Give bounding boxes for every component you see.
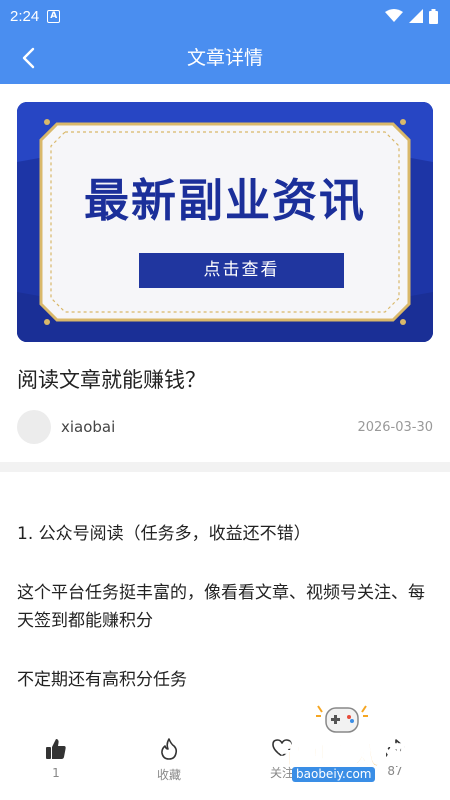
share-count: 87	[387, 764, 403, 778]
collect-button[interactable]: 收藏	[129, 738, 209, 783]
article-title: 阅读文章就能赚钱？	[17, 368, 206, 392]
section-divider	[0, 462, 450, 472]
author-row: xiaobai 2026-03-30	[17, 410, 433, 444]
app-bar: 文章详情	[0, 32, 450, 84]
banner-cta-button[interactable]: 点击查看	[139, 253, 344, 288]
like-count: 1	[52, 766, 60, 780]
thumbs-up-icon	[46, 739, 66, 759]
like-button[interactable]: 1	[16, 738, 96, 780]
share-button[interactable]: 87	[355, 738, 435, 778]
flame-icon	[161, 738, 178, 760]
wifi-icon	[385, 9, 403, 22]
follow-label: 关注	[269, 766, 294, 780]
article-paragraph: 不定期还有高积分任务	[17, 670, 187, 690]
notification-app-icon: A	[47, 9, 61, 23]
follow-button[interactable]: 关注	[242, 738, 322, 781]
signal-icon	[409, 9, 423, 23]
chevron-left-icon	[22, 47, 35, 69]
heart-icon	[272, 739, 292, 757]
article-paragraph: 1. 公众号阅读（任务多，收益还不错）	[17, 524, 311, 544]
page-title: 文章详情	[186, 47, 263, 69]
publish-date: 2026-03-30	[357, 419, 433, 435]
bottom-action-bar: 1 收藏 关注 87	[0, 730, 450, 800]
avatar[interactable]	[17, 410, 51, 444]
article-banner[interactable]: 最新副业资讯 点击查看	[17, 102, 433, 342]
status-bar: 2:24 A	[0, 0, 450, 32]
back-button[interactable]	[10, 40, 46, 76]
status-icons	[385, 8, 438, 24]
battery-icon	[429, 8, 438, 24]
article-paragraph: 这个平台任务挺丰富的，像看看文章、视频号关注、每天签到都能赚积分	[17, 583, 425, 631]
author-name[interactable]: xiaobai	[61, 418, 115, 436]
share-icon	[385, 739, 405, 757]
collect-label: 收藏	[156, 768, 181, 782]
banner-headline: 最新副业资讯	[83, 174, 366, 227]
status-time: 2:24	[10, 7, 40, 25]
article-body: 1. 公众号阅读（任务多，收益还不错） 这个平台任务挺丰富的，像看看文章、视频号…	[17, 520, 435, 725]
